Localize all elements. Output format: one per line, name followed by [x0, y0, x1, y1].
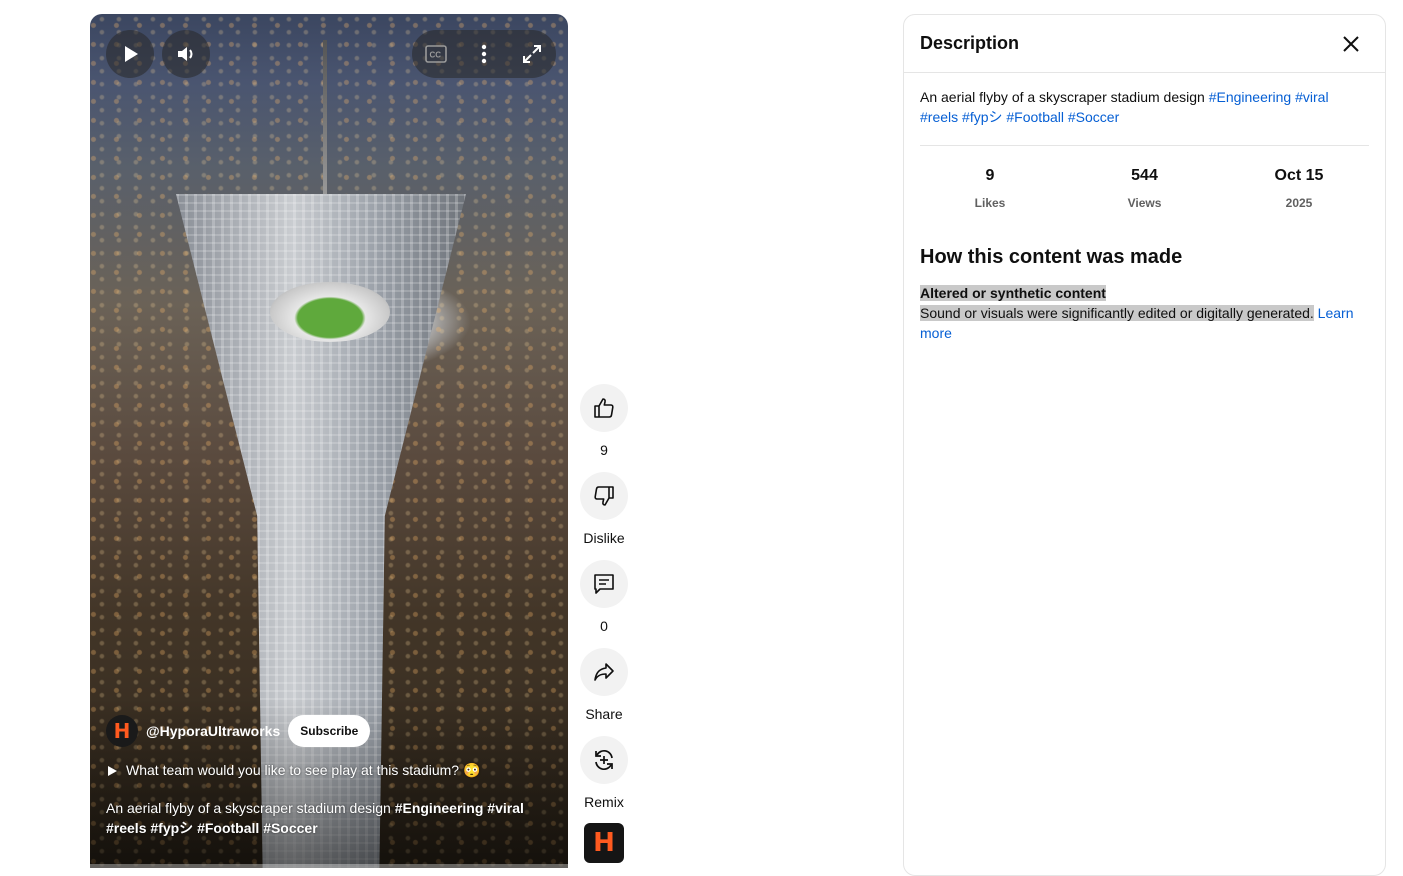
player-controls-group: CC — [412, 30, 556, 78]
caption-tag[interactable]: #viral — [487, 800, 524, 816]
caption-tag[interactable]: #Soccer — [263, 820, 317, 836]
hashtag-link[interactable]: #viral — [1295, 89, 1328, 105]
remix-button[interactable] — [580, 736, 628, 784]
fullscreen-button[interactable] — [512, 34, 552, 74]
caption-tag[interactable]: #fypシ — [150, 820, 193, 836]
channel-row: H @HyporaUltraworks Subscribe — [106, 715, 371, 747]
volume-button[interactable] — [162, 30, 210, 78]
how-made-heading: How this content was made — [920, 246, 1183, 268]
close-icon — [1343, 35, 1359, 52]
panel-body: An aerial flyby of a skyscraper stadium … — [904, 73, 1385, 343]
likes-value: 9 — [985, 167, 995, 184]
captions-button[interactable]: CC — [416, 34, 456, 74]
dislike-button[interactable] — [580, 472, 628, 520]
views-stat: 544 Views — [1075, 166, 1215, 213]
related-video-link[interactable]: What team would you like to see play at … — [106, 762, 480, 779]
likes-stat: 9 Likes — [920, 166, 1060, 213]
date-year: 2025 — [1285, 196, 1313, 210]
remix-label: Remix — [584, 794, 624, 810]
caption-tag[interactable]: #Football — [197, 820, 259, 836]
share-button[interactable] — [580, 648, 628, 696]
comment-action: 0 — [580, 560, 628, 634]
caption-text: An aerial flyby of a skyscraper stadium … — [106, 800, 395, 816]
fullscreen-icon — [523, 45, 541, 63]
comment-button[interactable] — [580, 560, 628, 608]
short-video-player[interactable]: CC H @HyporaUltraworks Subscribe What te… — [90, 14, 568, 868]
captions-icon: CC — [425, 45, 447, 63]
stats-row: 9 Likes 544 Views Oct 15 2025 — [920, 146, 1369, 213]
hashtag-link[interactable]: #Soccer — [1068, 109, 1119, 125]
channel-handle[interactable]: @HyporaUltraworks — [146, 723, 280, 739]
play-small-icon — [106, 765, 118, 777]
video-progress-bar[interactable] — [90, 864, 568, 868]
caption-tag[interactable]: #reels — [106, 820, 146, 836]
subscribe-button[interactable]: Subscribe — [288, 715, 371, 747]
caption-tag[interactable]: #Engineering — [395, 800, 484, 816]
description-panel: Description An aerial flyby of a skyscra… — [903, 14, 1386, 876]
dislike-action: Dislike — [580, 472, 628, 546]
altered-title: Altered or synthetic content — [920, 285, 1106, 301]
play-button[interactable] — [106, 30, 154, 78]
hashtag-link[interactable]: #reels — [920, 109, 958, 125]
altered-body: Sound or visuals were significantly edit… — [920, 305, 1314, 321]
like-count: 9 — [600, 442, 608, 458]
dislike-label: Dislike — [583, 530, 625, 546]
more-options-button[interactable] — [464, 34, 504, 74]
video-frame-stadium — [270, 282, 390, 342]
likes-label: Likes — [974, 196, 1006, 210]
thumbs-down-icon — [594, 486, 614, 506]
remix-icon — [595, 749, 613, 771]
share-action: Share — [580, 648, 628, 722]
description-text: An aerial flyby of a skyscraper stadium … — [920, 87, 1369, 146]
share-label: Share — [585, 706, 623, 722]
altered-content-notice: Altered or synthetic content Sound or vi… — [920, 283, 1369, 343]
volume-icon — [178, 47, 193, 61]
like-button[interactable] — [580, 384, 628, 432]
play-icon — [125, 46, 138, 62]
panel-title: Description — [920, 33, 1020, 53]
hashtag-link[interactable]: #Engineering — [1209, 89, 1292, 105]
close-button[interactable] — [1333, 26, 1369, 62]
panel-header: Description — [904, 15, 1385, 73]
channel-avatar[interactable]: H — [106, 715, 138, 747]
comment-icon — [594, 574, 614, 594]
description-body: An aerial flyby of a skyscraper stadium … — [920, 89, 1209, 105]
channel-thumbnail-button[interactable]: H — [584, 823, 624, 863]
date-value: Oct 15 — [1274, 167, 1324, 184]
thumbs-up-icon — [594, 398, 614, 418]
comment-count: 0 — [600, 618, 608, 634]
more-vert-icon — [481, 44, 487, 64]
video-caption[interactable]: An aerial flyby of a skyscraper stadium … — [106, 798, 546, 838]
views-label: Views — [1127, 196, 1162, 210]
hashtag-link[interactable]: #fypシ — [962, 109, 1002, 125]
video-frame-spire — [323, 40, 327, 198]
svg-text:CC: CC — [430, 51, 442, 60]
related-video-title: What team would you like to see play at … — [126, 762, 481, 778]
views-value: 544 — [1131, 167, 1158, 184]
date-stat: Oct 15 2025 — [1229, 166, 1369, 213]
remix-action: Remix — [580, 736, 628, 810]
hashtag-link[interactable]: #Football — [1006, 109, 1064, 125]
like-action: 9 — [580, 384, 628, 458]
share-icon — [594, 663, 614, 681]
